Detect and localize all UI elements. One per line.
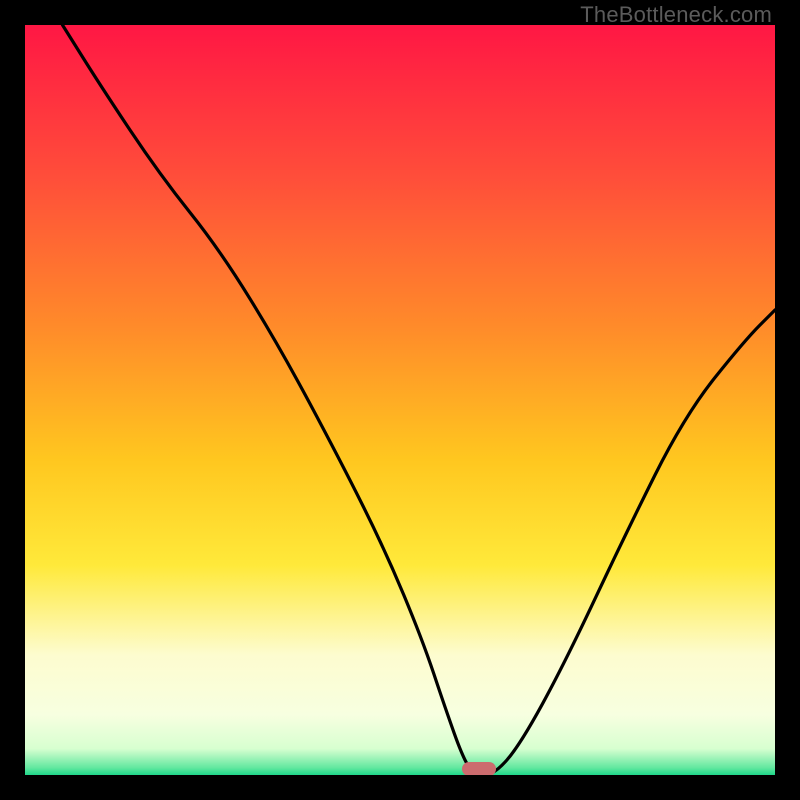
optimal-marker: [462, 762, 496, 775]
watermark-text: TheBottleneck.com: [580, 2, 772, 28]
gradient-background: [25, 25, 775, 775]
chart-frame: TheBottleneck.com: [0, 0, 800, 800]
plot-svg: [25, 25, 775, 775]
plot-area: [25, 25, 775, 775]
